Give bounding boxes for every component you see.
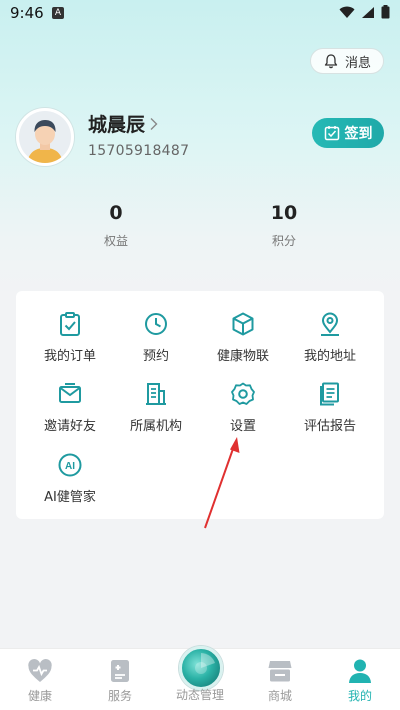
gear-icon: [231, 382, 255, 405]
menu-item-orders[interactable]: 我的订单: [24, 311, 116, 375]
menu-item-ai-assistant[interactable]: AI AI健管家: [24, 452, 116, 516]
person-icon: [349, 659, 371, 683]
menu-item-label: 我的订单: [43, 349, 96, 364]
menu-card: 我的订单 预约 健康物联 我的地址 邀请好友 所属机构 设置 评估报告 AI A…: [16, 291, 384, 519]
nav-item-mine[interactable]: 我的: [320, 649, 400, 710]
nav-item-service[interactable]: 服务: [80, 649, 160, 710]
service-icon: [111, 660, 129, 682]
chevron-right-icon: [150, 117, 158, 130]
menu-item-label: 所属机构: [129, 419, 182, 434]
avatar-image: [19, 111, 71, 163]
stat-points[interactable]: 10 积分: [244, 202, 324, 249]
signal-icon: [362, 6, 374, 18]
menu-item-settings[interactable]: 设置: [197, 381, 289, 445]
stat-rights-label: 权益: [103, 234, 128, 248]
report-icon: [320, 382, 339, 406]
menu-item-iot[interactable]: 健康物联: [197, 311, 289, 375]
calendar-check-icon: [324, 126, 339, 141]
sign-in-label: 签到: [344, 126, 373, 142]
status-bar: 9:46 A: [0, 0, 400, 28]
clock-icon: [145, 313, 167, 335]
cube-icon: [232, 312, 254, 336]
wifi-icon: [339, 6, 355, 18]
notification-icon: A: [52, 7, 64, 19]
ai-icon: AI: [58, 453, 82, 477]
nav-label: 商城: [267, 689, 292, 703]
status-icons: [339, 5, 390, 19]
building-icon: [146, 383, 166, 405]
avatar[interactable]: [16, 108, 74, 166]
stat-rights[interactable]: 0 权益: [76, 202, 156, 249]
menu-item-label: 我的地址: [303, 349, 356, 364]
menu-item-address[interactable]: 我的地址: [284, 311, 376, 375]
menu-item-label: 设置: [229, 419, 256, 434]
dynamic-management-button[interactable]: [179, 646, 223, 690]
nav-label: 服务: [107, 689, 132, 703]
menu-item-report[interactable]: 评估报告: [284, 381, 376, 445]
stat-points-value: 10: [270, 202, 298, 224]
envelope-icon: [59, 383, 81, 403]
clipboard-check-icon: [60, 312, 80, 336]
menu-item-label: 评估报告: [303, 419, 356, 434]
nav-label: 健康: [27, 689, 52, 703]
sign-in-button[interactable]: 签到: [312, 118, 384, 148]
menu-item-label: AI健管家: [44, 490, 96, 505]
heart-icon: [28, 659, 52, 682]
menu-item-appointment[interactable]: 预约: [110, 311, 202, 375]
dynamic-icon: [195, 653, 215, 674]
nav-item-health[interactable]: 健康: [0, 649, 80, 710]
nav-item-store[interactable]: 商城: [240, 649, 320, 710]
battery-icon: [381, 5, 390, 19]
stat-points-label: 积分: [271, 234, 296, 248]
username[interactable]: 城晨辰: [88, 110, 159, 137]
nav-label: 我的: [347, 689, 372, 703]
bell-icon: [324, 54, 338, 69]
nav-label-dynamic: 动态管理: [175, 688, 224, 702]
menu-item-label: 健康物联: [216, 349, 269, 364]
message-button[interactable]: 消息: [310, 48, 384, 74]
username-text: 城晨辰: [88, 114, 146, 136]
store-icon: [268, 661, 292, 682]
stat-rights-value: 0: [109, 202, 123, 224]
menu-item-label: 邀请好友: [43, 419, 96, 434]
location-pin-icon: [321, 312, 339, 336]
phone-number: 15705918487: [88, 143, 190, 159]
menu-item-invite[interactable]: 邀请好友: [24, 381, 116, 445]
menu-item-label: 预约: [142, 349, 169, 364]
status-time: 9:46: [10, 4, 44, 22]
svg-text:AI: AI: [65, 461, 75, 472]
menu-item-institution[interactable]: 所属机构: [110, 381, 202, 445]
message-label: 消息: [344, 55, 371, 71]
